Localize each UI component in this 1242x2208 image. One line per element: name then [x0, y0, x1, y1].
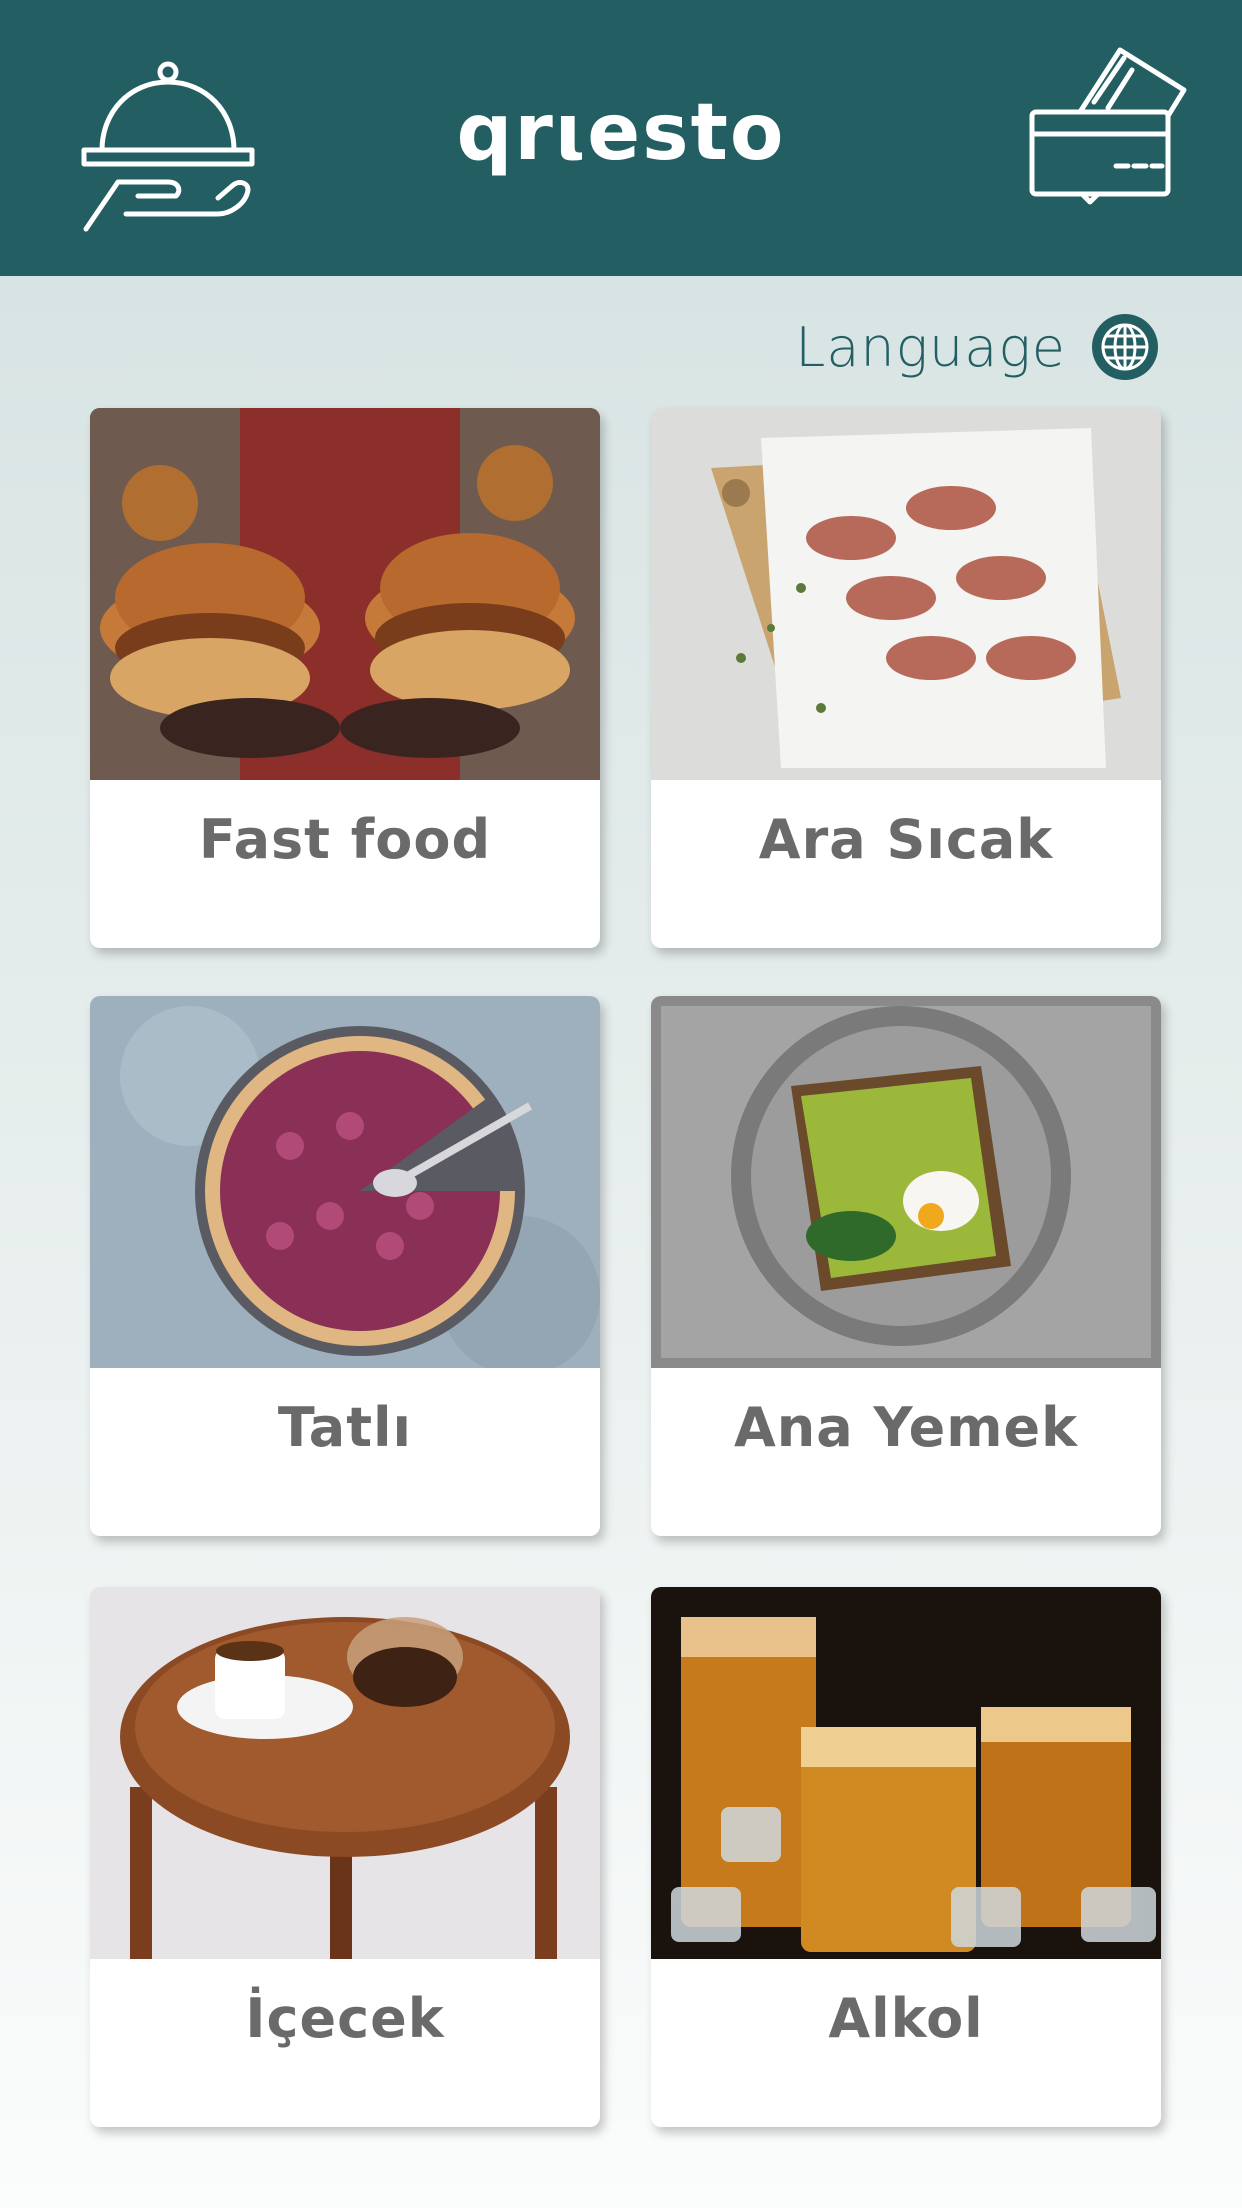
category-label: Fast food	[198, 808, 492, 871]
category-label: Ana Yemek	[733, 1396, 1079, 1459]
globe-icon	[1092, 314, 1158, 380]
burgers-photo	[90, 408, 600, 780]
category-label: İçecek	[245, 1987, 445, 2050]
language-selector[interactable]: Language	[795, 312, 1160, 382]
category-card-tatli[interactable]: Tatlı	[90, 996, 600, 1536]
category-card-ara-sicak[interactable]: Ara Sıcak	[651, 408, 1161, 948]
app-header: qrιesto	[0, 0, 1242, 276]
language-label: Language	[795, 315, 1066, 379]
credit-card-icon[interactable]	[1028, 46, 1188, 206]
whiskey-glasses-photo	[651, 1587, 1161, 1959]
coffee-table-photo	[90, 1587, 600, 1959]
category-card-fast-food[interactable]: Fast food	[90, 408, 600, 948]
category-card-ana-yemek[interactable]: Ana Yemek	[651, 996, 1161, 1536]
category-card-alkol[interactable]: Alkol	[651, 1587, 1161, 2127]
category-label: Tatlı	[277, 1396, 413, 1459]
category-label: Alkol	[828, 1987, 984, 2050]
bacon-wraps-photo	[651, 408, 1161, 780]
category-card-icecek[interactable]: İçecek	[90, 1587, 600, 2127]
avocado-toast-photo	[651, 996, 1161, 1368]
category-label: Ara Sıcak	[758, 808, 1054, 871]
raspberry-tart-photo	[90, 996, 600, 1368]
